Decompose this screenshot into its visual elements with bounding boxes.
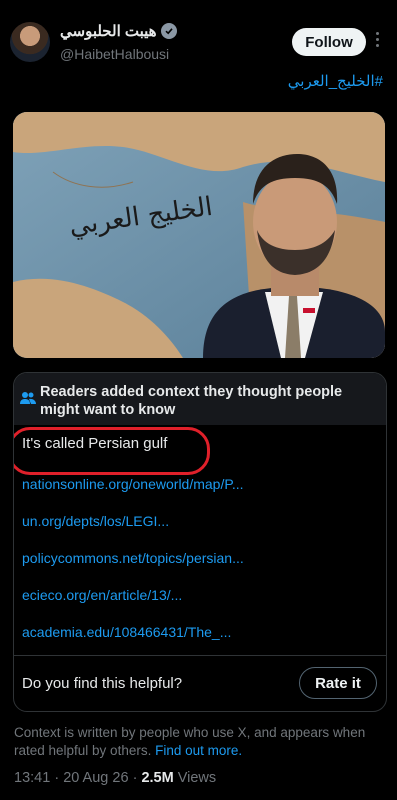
highlight-circle: [14, 427, 210, 475]
note-link[interactable]: ecieco.org/en/article/13/...: [22, 587, 182, 603]
note-link[interactable]: un.org/depts/los/LEGI...: [22, 513, 169, 529]
note-link[interactable]: academia.edu/108466431/The_...: [22, 624, 231, 640]
meta-separator: ·: [132, 770, 138, 786]
post-image[interactable]: الخليج العربي: [13, 112, 385, 358]
context-footer: Context is written by people who use X, …: [14, 724, 384, 760]
verified-badge-icon: [160, 23, 177, 39]
author-handle[interactable]: @HaibetHalbousi: [60, 46, 169, 62]
views-count: 2.5M: [141, 770, 174, 786]
hashtag-link[interactable]: #الخليج_العربي: [288, 72, 383, 90]
note-title: Readers added context they thought peopl…: [40, 384, 343, 418]
avatar[interactable]: [10, 22, 50, 62]
post-date[interactable]: 20 Aug 26: [63, 770, 128, 786]
more-options-icon[interactable]: [373, 32, 381, 47]
people-icon: [20, 391, 36, 410]
community-note: Readers added context they thought peopl…: [13, 372, 387, 712]
note-link[interactable]: nationsonline.org/oneworld/map/P...: [22, 476, 244, 492]
views-label: Views: [177, 770, 217, 786]
meta-separator: ·: [54, 770, 60, 786]
author-display-name[interactable]: هيبت الحلبوسي: [60, 22, 157, 40]
post-time[interactable]: 13:41: [14, 770, 50, 786]
helpful-question: Do you find this helpful?: [22, 675, 183, 692]
post-meta: 13:41 · 20 Aug 26 · 2.5M Views: [14, 770, 216, 786]
author-name-row: هيبت الحلبوسي: [60, 22, 177, 40]
note-divider: [14, 655, 386, 656]
note-header: Readers added context they thought peopl…: [14, 373, 386, 425]
follow-button[interactable]: Follow: [292, 28, 366, 56]
note-link[interactable]: policycommons.net/topics/persian...: [22, 550, 244, 566]
find-out-more-link[interactable]: Find out more.: [155, 743, 242, 758]
rate-it-button[interactable]: Rate it: [299, 667, 377, 699]
